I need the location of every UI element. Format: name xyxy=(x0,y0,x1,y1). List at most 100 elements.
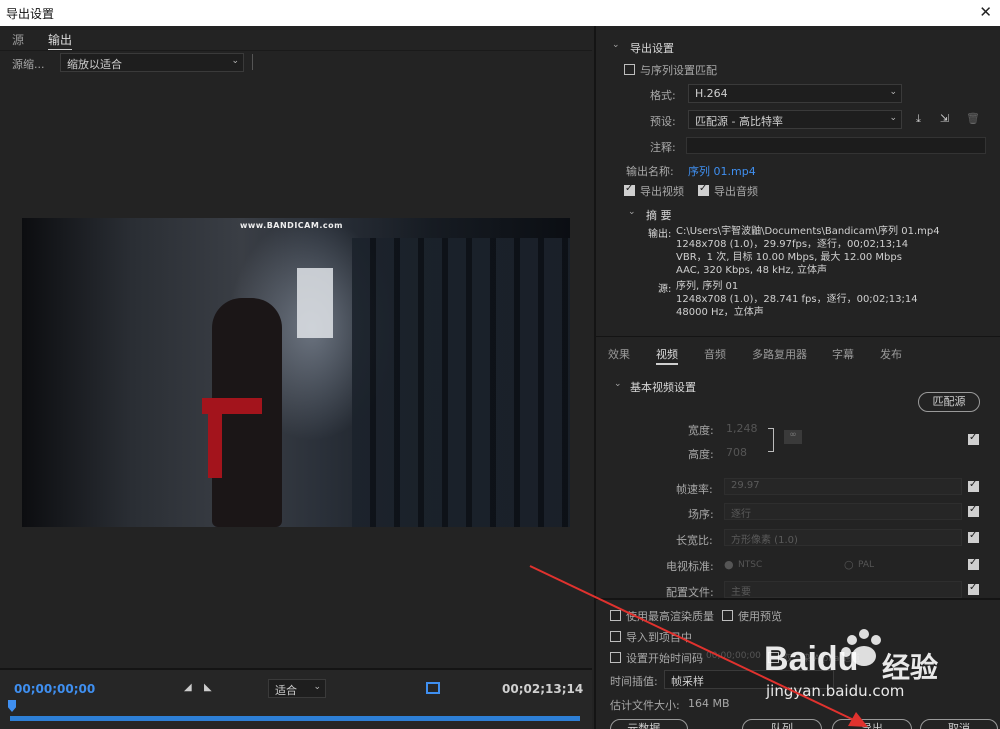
use-preview-checkbox[interactable] xyxy=(722,610,733,621)
filesize-label: 估计文件大小: xyxy=(610,699,680,712)
summary-header: 摘 要 xyxy=(646,209,672,222)
toolbar-divider xyxy=(252,54,253,70)
width-label: 宽度: xyxy=(688,424,714,437)
max-render-checkbox[interactable] xyxy=(610,610,621,621)
tab-publish[interactable]: 发布 xyxy=(880,346,902,362)
match-sequence-checkbox[interactable] xyxy=(624,64,635,75)
source-scale-label: 源缩... xyxy=(12,58,45,71)
comment-input[interactable] xyxy=(686,137,986,154)
chevron-down-icon: ⌄ xyxy=(889,87,897,97)
playhead-handle[interactable] xyxy=(8,700,16,712)
preset-dropdown[interactable]: 匹配源 - 高比特率 ⌄ xyxy=(688,110,902,129)
window-titlebar: 导出设置 ✕ xyxy=(0,0,1000,26)
summary-source-seq: 序列, 序列 01 xyxy=(676,281,739,292)
tab-multiplexer[interactable]: 多路复用器 xyxy=(752,346,807,362)
pal-radio-icon[interactable]: ○ xyxy=(844,558,854,571)
tab-output[interactable]: 输出 xyxy=(48,31,73,51)
preview-sash xyxy=(208,408,222,478)
summary-source-block: 序列, 序列 01 1248x708 (1.0)，28.741 fps，逐行，0… xyxy=(676,280,918,319)
interp-label: 时间插值: xyxy=(610,675,658,688)
export-settings-header: 导出设置 xyxy=(630,42,674,55)
crop-icon[interactable] xyxy=(426,682,440,694)
tab-captions[interactable]: 字幕 xyxy=(832,346,854,362)
chevron-down-icon: ⌄ xyxy=(231,56,239,66)
scale-value: 缩放以适合 xyxy=(67,58,122,71)
close-icon[interactable]: ✕ xyxy=(979,3,992,21)
summary-output-bitrate: VBR，1 次, 目标 10.00 Mbps, 最大 12.00 Mbps xyxy=(676,252,902,263)
queue-button[interactable]: 队列 xyxy=(742,719,822,729)
max-render-label: 使用最高渲染质量 xyxy=(626,610,714,623)
chain-link-icon[interactable]: ∞ xyxy=(784,430,802,444)
tab-video[interactable]: 视频 xyxy=(656,346,678,365)
start-tc-checkbox[interactable] xyxy=(610,652,621,663)
filesize-value: 164 MB xyxy=(688,697,730,710)
mark-out-icon[interactable]: ◣ xyxy=(204,682,212,693)
preview-window-light xyxy=(297,268,333,338)
preset-value: 匹配源 - 高比特率 xyxy=(695,115,783,128)
export-audio-checkbox[interactable] xyxy=(698,183,709,196)
ntsc-radio-icon[interactable]: ● xyxy=(724,558,734,571)
profile-dropdown[interactable]: 主要 xyxy=(724,581,962,598)
export-video-label: 导出视频 xyxy=(640,185,684,198)
match-source-button[interactable]: 匹配源 xyxy=(918,392,980,412)
tab-effects[interactable]: 效果 xyxy=(608,346,630,362)
start-tc-value[interactable]: 00;00;00;00 xyxy=(706,651,761,661)
summary-source-label: 源: xyxy=(658,284,672,295)
settings-tabs: 效果 视频 音频 多路复用器 字幕 发布 xyxy=(596,336,1000,366)
summary-output-video: 1248x708 (1.0)，29.97fps，逐行，00;02;13;14 xyxy=(676,239,909,250)
scale-dropdown[interactable]: 缩放以适合 ⌄ xyxy=(60,53,244,72)
chevron-down-icon: ⌄ xyxy=(889,113,897,123)
timecode-current[interactable]: 00;00;00;00 xyxy=(14,682,95,696)
tv-standard-label: 电视标准: xyxy=(666,560,714,573)
import-project-checkbox[interactable] xyxy=(610,631,621,642)
summary-source-video: 1248x708 (1.0)，28.741 fps，逐行，00;02;13;14 xyxy=(676,294,918,305)
video-collapse-icon[interactable]: ⌄ xyxy=(614,379,622,389)
framerate-dropdown[interactable]: 29.97 xyxy=(724,478,962,495)
height-value[interactable]: 708 xyxy=(726,446,747,459)
collapse-icon[interactable]: ⌄ xyxy=(612,40,620,50)
format-label: 格式: xyxy=(650,89,676,102)
field-order-checkbox[interactable] xyxy=(968,504,979,517)
preview-bars xyxy=(352,238,570,527)
delete-preset-icon[interactable]: 🗑 xyxy=(966,112,980,125)
bandicam-watermark: www.BANDICAM.com xyxy=(240,221,343,230)
export-video-checkbox[interactable] xyxy=(624,183,635,196)
preset-label: 预设: xyxy=(650,115,676,128)
summary-output-block: C:\Users\宇智波鼬\Documents\Bandicam\序列 01.m… xyxy=(676,225,940,277)
output-name-link[interactable]: 序列 01.mp4 xyxy=(688,163,756,179)
framerate-label: 帧速率: xyxy=(676,483,713,496)
export-button[interactable]: 导出 xyxy=(832,719,912,729)
output-name-label: 输出名称: xyxy=(626,165,674,178)
format-value: H.264 xyxy=(695,87,728,100)
width-height-match-checkbox[interactable] xyxy=(968,432,979,445)
profile-checkbox[interactable] xyxy=(968,582,979,595)
window-title: 导出设置 xyxy=(6,7,55,21)
tv-standard-checkbox[interactable] xyxy=(968,557,979,570)
fit-dropdown[interactable]: 适合 ⌄ xyxy=(268,679,326,698)
chevron-down-icon: ⌄ xyxy=(313,682,321,692)
tab-audio[interactable]: 音频 xyxy=(704,346,726,362)
start-tc-label: 设置开始时间码 xyxy=(626,652,703,665)
import-preset-icon[interactable]: ⇲ xyxy=(940,112,949,125)
aspect-label: 长宽比: xyxy=(676,534,713,547)
link-bracket xyxy=(768,428,774,452)
summary-source-audio: 48000 Hz，立体声 xyxy=(676,307,764,318)
format-dropdown[interactable]: H.264 ⌄ xyxy=(688,84,902,103)
mark-in-icon[interactable]: ◢ xyxy=(184,682,192,693)
framerate-checkbox[interactable] xyxy=(968,479,979,492)
save-preset-icon[interactable]: ⤓ xyxy=(916,112,921,126)
timecode-duration: 00;02;13;14 xyxy=(502,682,584,696)
aspect-dropdown[interactable]: 方形像素 (1.0) xyxy=(724,529,962,546)
interp-value: 帧采样 xyxy=(671,675,704,688)
width-value[interactable]: 1,248 xyxy=(726,422,758,435)
aspect-checkbox[interactable] xyxy=(968,530,979,543)
comment-label: 注释: xyxy=(650,141,676,154)
timeline-scrubber[interactable] xyxy=(10,716,580,721)
summary-collapse-icon[interactable]: ⌄ xyxy=(628,207,636,217)
cancel-button[interactable]: 取消 xyxy=(920,719,998,729)
tab-source[interactable]: 源 xyxy=(12,31,24,48)
match-sequence-label: 与序列设置匹配 xyxy=(640,64,717,77)
field-order-dropdown[interactable]: 逐行 xyxy=(724,503,962,520)
metadata-button[interactable]: 元数据... xyxy=(610,719,688,729)
summary-output-audio: AAC, 320 Kbps, 48 kHz, 立体声 xyxy=(676,265,828,276)
